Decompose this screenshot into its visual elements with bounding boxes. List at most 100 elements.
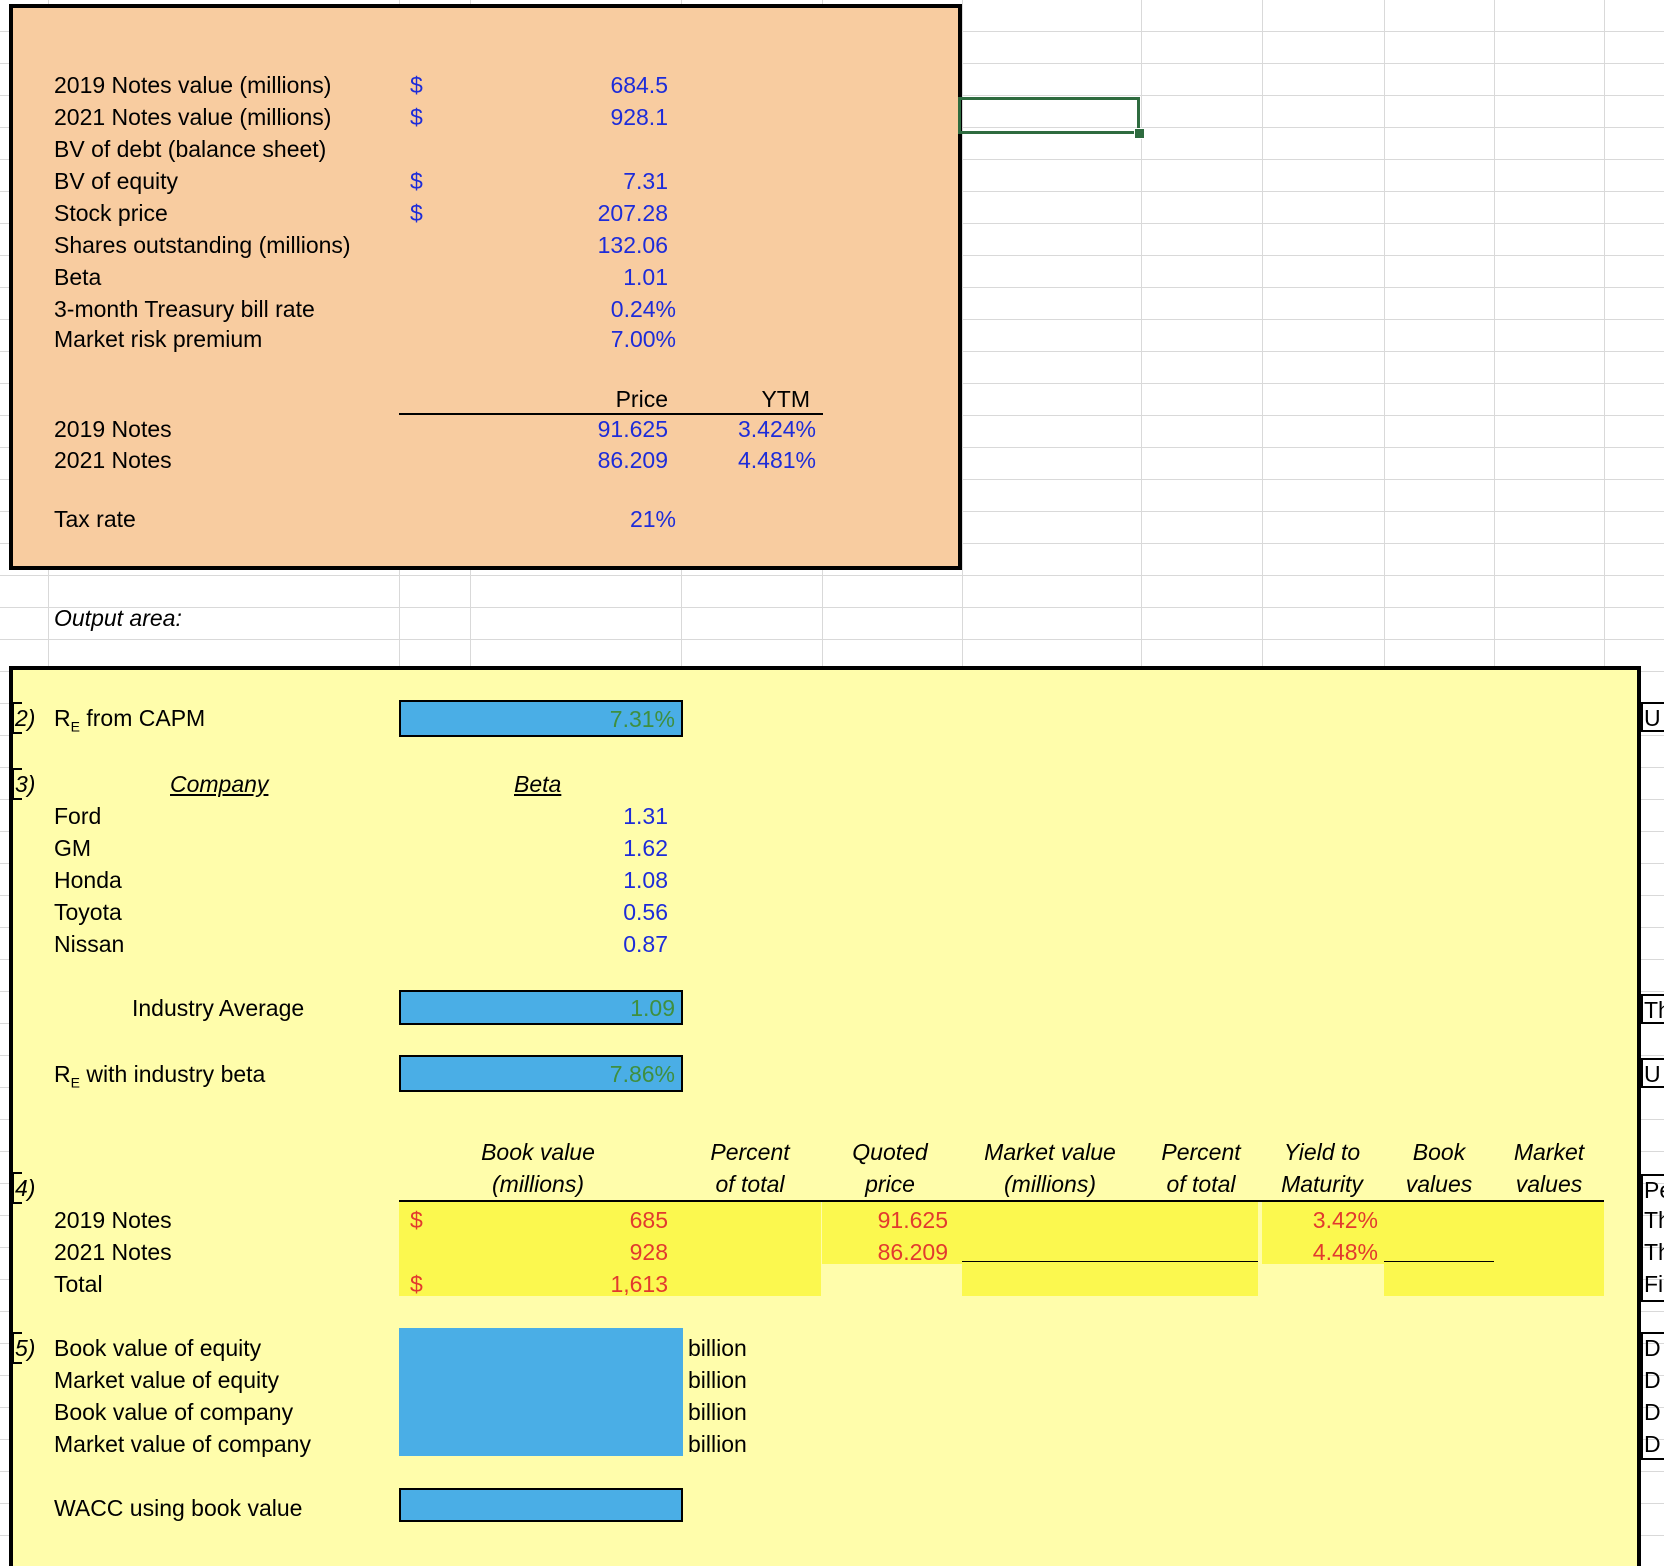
col-header-book-value[interactable]: Book value (millions) bbox=[456, 1138, 620, 1198]
selected-cell[interactable] bbox=[958, 97, 1140, 134]
clipped-text[interactable]: Th bbox=[1644, 1206, 1664, 1234]
re-capm-value: 7.31% bbox=[609, 706, 675, 732]
input-value[interactable]: 1.01 bbox=[560, 263, 668, 291]
clipped-text[interactable]: Pe bbox=[1644, 1176, 1664, 1204]
question-number: 4) bbox=[15, 1175, 36, 1201]
tax-rate-label[interactable]: Tax rate bbox=[54, 505, 136, 533]
unit-label: billion bbox=[688, 1431, 747, 1457]
note-ytm[interactable]: 4.481% bbox=[700, 446, 816, 474]
industry-average-answer-cell[interactable]: 1.09 bbox=[399, 990, 683, 1025]
price-header[interactable]: Price bbox=[560, 385, 668, 413]
input-label[interactable]: Beta bbox=[54, 263, 101, 291]
re-industry-label[interactable]: RE with industry beta bbox=[54, 1060, 265, 1097]
company-name[interactable]: Toyota bbox=[54, 898, 122, 926]
unit-label: billion bbox=[688, 1335, 747, 1361]
input-label[interactable]: Market risk premium bbox=[54, 325, 262, 353]
company-beta[interactable]: 1.31 bbox=[560, 802, 668, 830]
valuation-label[interactable]: Book value of equity bbox=[54, 1334, 261, 1362]
input-label[interactable]: 2021 Notes value (millions) bbox=[54, 103, 331, 131]
highlight-weights bbox=[1384, 1202, 1604, 1296]
company-beta[interactable]: 1.62 bbox=[560, 834, 668, 862]
clipped-text[interactable]: D bbox=[1644, 1430, 1664, 1458]
output-area-label[interactable]: Output area: bbox=[54, 604, 182, 632]
input-value[interactable]: 207.28 bbox=[560, 199, 668, 227]
currency-symbol: $ bbox=[410, 72, 423, 98]
fill-handle[interactable] bbox=[1134, 128, 1145, 139]
book-value[interactable]: 928 bbox=[560, 1238, 668, 1266]
currency-symbol: $ bbox=[410, 168, 423, 194]
input-value[interactable]: 0.24% bbox=[560, 295, 676, 323]
company-name[interactable]: Ford bbox=[54, 802, 101, 830]
input-label[interactable]: 2019 Notes value (millions) bbox=[54, 71, 331, 99]
col-header-ytm[interactable]: Yield to Maturity bbox=[1262, 1138, 1382, 1198]
col-header-quoted-price[interactable]: Quoted price bbox=[830, 1138, 950, 1198]
currency-symbol: $ bbox=[410, 104, 423, 130]
col-header-percent-total-market[interactable]: Percent of total bbox=[1142, 1138, 1260, 1198]
clipped-text[interactable]: U bbox=[1644, 1060, 1664, 1088]
debt-row-label[interactable]: 2019 Notes bbox=[54, 1206, 172, 1234]
highlight-market bbox=[962, 1202, 1258, 1296]
tax-rate-value[interactable]: 21% bbox=[560, 505, 676, 533]
input-label[interactable]: BV of debt (balance sheet) bbox=[54, 135, 326, 163]
ytm-header[interactable]: YTM bbox=[700, 385, 810, 413]
valuation-label[interactable]: Book value of company bbox=[54, 1398, 293, 1426]
re-industry-answer-cell[interactable]: 7.86% bbox=[399, 1055, 683, 1092]
industry-average-value: 1.09 bbox=[630, 995, 675, 1021]
valuation-label[interactable]: Market value of company bbox=[54, 1430, 311, 1458]
quoted-price[interactable]: 91.625 bbox=[830, 1206, 948, 1234]
note-ytm[interactable]: 3.424% bbox=[700, 415, 816, 443]
currency-symbol: $ bbox=[410, 1271, 423, 1297]
col-header-book-values[interactable]: Book values bbox=[1384, 1138, 1494, 1198]
unit-label: billion bbox=[688, 1399, 747, 1425]
book-value-total[interactable]: 1,613 bbox=[560, 1270, 668, 1298]
input-value[interactable]: 7.00% bbox=[560, 325, 676, 353]
input-value[interactable]: 132.06 bbox=[560, 231, 668, 259]
re-industry-value: 7.86% bbox=[609, 1061, 675, 1087]
clipped-text[interactable]: D bbox=[1644, 1334, 1664, 1362]
input-value[interactable]: 684.5 bbox=[560, 71, 668, 99]
company-beta[interactable]: 1.08 bbox=[560, 866, 668, 894]
wacc-book-label[interactable]: WACC using book value bbox=[54, 1494, 302, 1522]
debt-row-label[interactable]: 2021 Notes bbox=[54, 1238, 172, 1266]
col-header-market-value[interactable]: Market value (millions) bbox=[962, 1138, 1138, 1198]
input-value[interactable]: 7.31 bbox=[560, 167, 668, 195]
unit-label: billion bbox=[688, 1367, 747, 1393]
input-label[interactable]: BV of equity bbox=[54, 167, 178, 195]
company-name[interactable]: Nissan bbox=[54, 930, 124, 958]
note-label[interactable]: 2021 Notes bbox=[54, 446, 172, 474]
note-label[interactable]: 2019 Notes bbox=[54, 415, 172, 443]
clipped-text[interactable]: D bbox=[1644, 1366, 1664, 1394]
input-label[interactable]: 3-month Treasury bill rate bbox=[54, 295, 315, 323]
ytm-value[interactable]: 4.48% bbox=[1262, 1238, 1378, 1266]
ytm-value[interactable]: 3.42% bbox=[1262, 1206, 1378, 1234]
clipped-text[interactable]: D bbox=[1644, 1398, 1664, 1426]
clipped-text[interactable]: Fi bbox=[1644, 1270, 1664, 1298]
question-number: 2) bbox=[15, 705, 36, 731]
clipped-text[interactable]: Th bbox=[1644, 996, 1664, 1024]
clipped-text[interactable]: U bbox=[1644, 704, 1664, 732]
company-beta[interactable]: 0.87 bbox=[560, 930, 668, 958]
company-beta[interactable]: 0.56 bbox=[560, 898, 668, 926]
book-value[interactable]: 685 bbox=[560, 1206, 668, 1234]
clipped-text[interactable]: Th bbox=[1644, 1238, 1664, 1266]
quoted-price[interactable]: 86.209 bbox=[830, 1238, 948, 1266]
subtotal-line bbox=[1384, 1261, 1494, 1262]
valuation-answer-cells[interactable] bbox=[399, 1328, 683, 1456]
input-label[interactable]: Stock price bbox=[54, 199, 168, 227]
input-value[interactable]: 928.1 bbox=[560, 103, 668, 131]
company-header[interactable]: Company bbox=[170, 770, 268, 798]
company-name[interactable]: GM bbox=[54, 834, 91, 862]
re-capm-answer-cell[interactable]: 7.31% bbox=[399, 700, 683, 737]
note-price[interactable]: 91.625 bbox=[560, 415, 668, 443]
debt-total-label[interactable]: Total bbox=[54, 1270, 103, 1298]
note-price[interactable]: 86.209 bbox=[560, 446, 668, 474]
col-header-percent-total[interactable]: Percent of total bbox=[690, 1138, 810, 1198]
wacc-book-answer-cell[interactable] bbox=[399, 1488, 683, 1522]
input-label[interactable]: Shares outstanding (millions) bbox=[54, 231, 351, 259]
re-capm-label[interactable]: RE from CAPM bbox=[54, 704, 205, 741]
company-name[interactable]: Honda bbox=[54, 866, 122, 894]
industry-average-label[interactable]: Industry Average bbox=[132, 994, 304, 1022]
col-header-market-values[interactable]: Market values bbox=[1494, 1138, 1604, 1198]
beta-header[interactable]: Beta bbox=[514, 770, 561, 798]
valuation-label[interactable]: Market value of equity bbox=[54, 1366, 279, 1394]
